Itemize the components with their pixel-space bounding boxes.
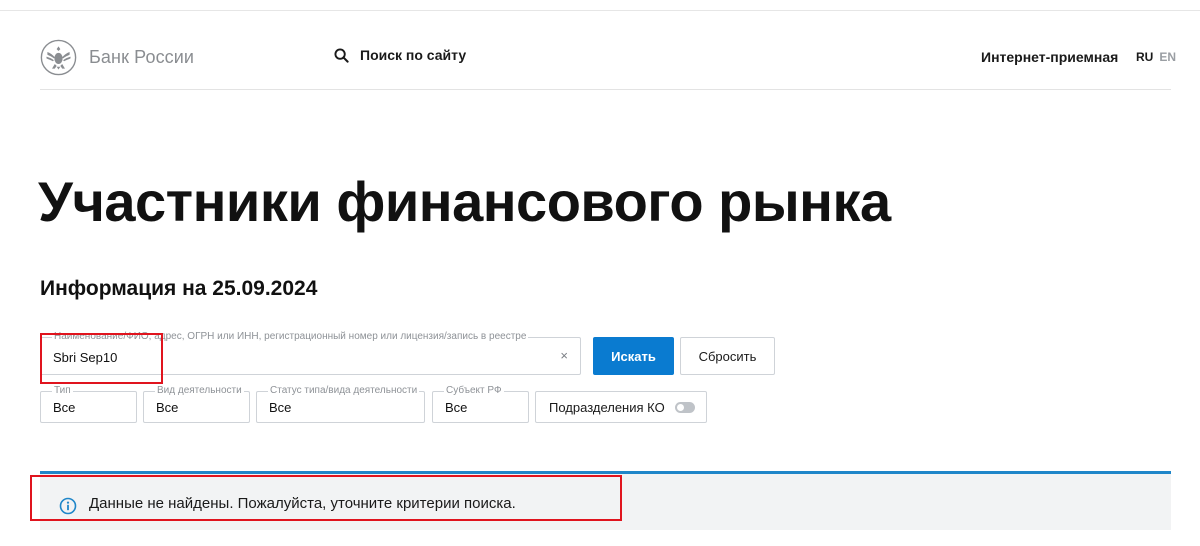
lang-ru[interactable]: RU (1136, 50, 1153, 64)
search-query-label: Наименование/ФИО, адрес, ОГРН или ИНН, р… (52, 331, 529, 343)
activity-select-label: Вид деятельности (155, 385, 244, 397)
clear-icon[interactable]: × (560, 349, 568, 363)
reset-button[interactable]: Сбросить (680, 337, 775, 375)
language-switcher: RU EN (1136, 50, 1176, 64)
bank-emblem-icon (40, 39, 77, 76)
type-select-label: Тип (52, 385, 73, 397)
type-select-value: Все (53, 400, 76, 415)
search-button[interactable]: Искать (593, 337, 674, 375)
toggle-knob (677, 404, 684, 411)
notice-text: Данные не найдены. Пожалуйста, уточните … (89, 495, 516, 512)
type-select[interactable]: Тип Все (40, 385, 137, 423)
header-divider (40, 89, 1171, 90)
page-title: Участники финансового рынка (38, 170, 891, 233)
region-select-label: Субъект РФ (444, 385, 504, 397)
search-icon (334, 47, 349, 63)
search-query-value[interactable]: Sbri Sep10 (53, 350, 117, 365)
logo[interactable]: Банк России (40, 39, 194, 76)
branches-toggle[interactable]: Подразделения КО (535, 391, 707, 423)
region-select[interactable]: Субъект РФ Все (432, 385, 529, 423)
info-icon (59, 497, 77, 515)
status-select-label: Статус типа/вида деятельности (268, 385, 420, 397)
top-divider (0, 10, 1200, 11)
region-select-value: Все (445, 400, 468, 415)
status-select-value: Все (269, 400, 292, 415)
logo-text: Банк России (89, 47, 195, 67)
activity-select[interactable]: Вид деятельности Все (143, 385, 250, 423)
search-label: Поиск по сайту (360, 47, 467, 63)
toggle-switch[interactable] (675, 402, 695, 413)
no-results-notice: Данные не найдены. Пожалуйста, уточните … (40, 471, 1171, 530)
internet-reception-link[interactable]: Интернет-приемная (981, 49, 1118, 65)
activity-select-value: Все (156, 400, 179, 415)
branches-toggle-label: Подразделения КО (549, 400, 665, 415)
lang-en[interactable]: EN (1159, 50, 1176, 64)
site-search-link[interactable]: Поиск по сайту (334, 47, 466, 63)
info-date: Информация на 25.09.2024 (40, 277, 318, 300)
search-query-field[interactable]: Наименование/ФИО, адрес, ОГРН или ИНН, р… (40, 331, 581, 375)
status-select[interactable]: Статус типа/вида деятельности Все (256, 385, 425, 423)
